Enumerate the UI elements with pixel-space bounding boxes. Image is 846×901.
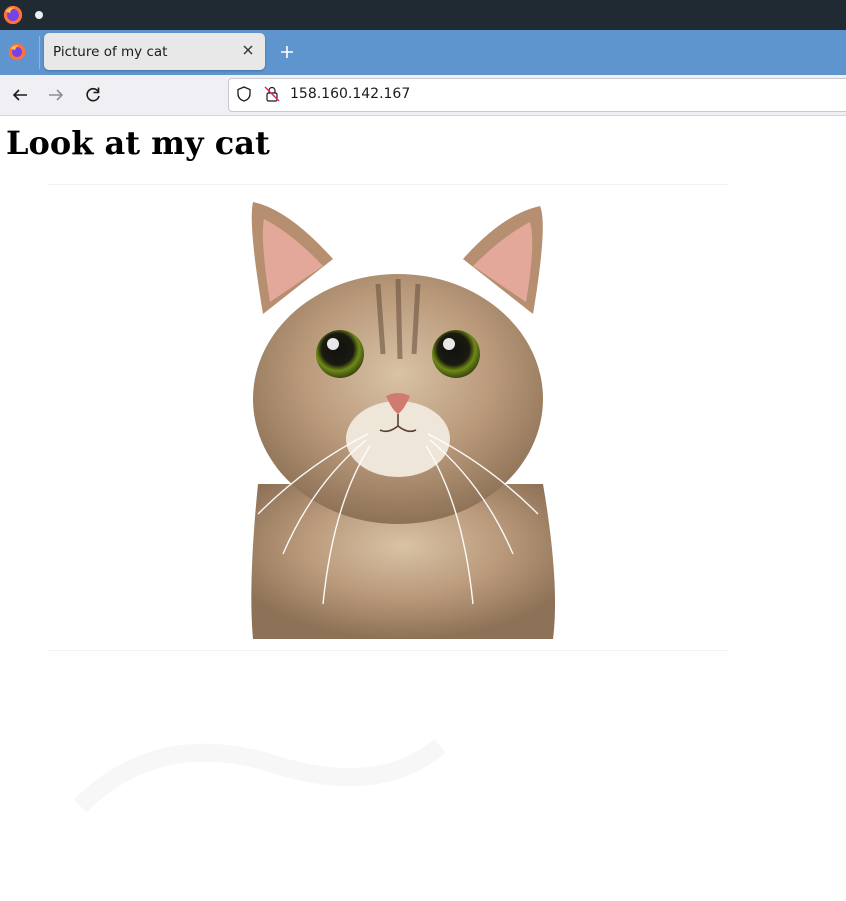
forward-arrow-icon[interactable] — [45, 84, 67, 106]
tab-bar: Picture of my cat — [0, 30, 846, 75]
insecure-lock-icon[interactable] — [263, 85, 281, 103]
address-bar[interactable]: 158.160.142.167 — [228, 78, 846, 112]
plus-icon[interactable] — [277, 42, 297, 62]
close-icon[interactable] — [239, 41, 257, 59]
faint-background-artifact — [73, 738, 446, 813]
page-heading: Look at my cat — [6, 124, 270, 162]
back-arrow-icon[interactable] — [9, 84, 31, 106]
tab-active[interactable]: Picture of my cat — [44, 33, 265, 70]
reload-icon[interactable] — [82, 84, 104, 106]
shield-icon[interactable] — [235, 85, 253, 103]
firefox-icon[interactable] — [6, 41, 28, 63]
tab-separator — [39, 36, 40, 69]
window-titlebar — [0, 0, 846, 30]
tab-title: Picture of my cat — [53, 44, 168, 60]
page-content: Look at my cat — [0, 116, 846, 901]
navigation-toolbar: 158.160.142.167 — [0, 75, 846, 116]
window-indicator-dot — [35, 11, 43, 19]
firefox-icon[interactable] — [2, 4, 24, 26]
cat-photo — [48, 184, 728, 651]
url-text: 158.160.142.167 — [290, 86, 411, 102]
